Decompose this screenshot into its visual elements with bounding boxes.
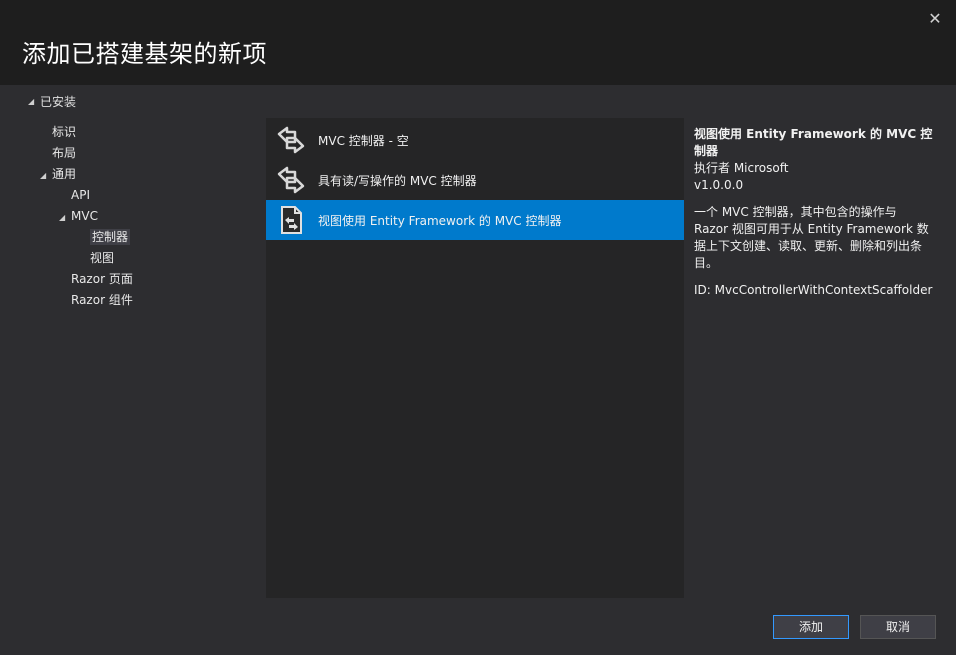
- details-author: 执行者 Microsoft: [694, 161, 789, 175]
- template-list: MVC 控制器 - 空具有读/写操作的 MVC 控制器视图使用 Entity F…: [266, 118, 684, 598]
- tree-item-label: 控制器: [90, 229, 131, 245]
- document-controller-icon: [274, 203, 308, 237]
- tree-item[interactable]: ◢ MVC: [59, 206, 98, 227]
- template-details: 视图使用 Entity Framework 的 MVC 控制器 执行者 Micr…: [694, 126, 934, 299]
- dialog-title: 添加已搭建基架的新项: [22, 40, 267, 68]
- tree-root-installed[interactable]: ◢ 已安装: [28, 93, 76, 109]
- add-button[interactable]: 添加: [773, 615, 849, 639]
- template-item[interactable]: 具有读/写操作的 MVC 控制器: [266, 160, 684, 200]
- tree-item[interactable]: Razor 页面: [59, 269, 133, 290]
- tree-item[interactable]: API: [59, 185, 90, 206]
- controller-icon: [274, 163, 308, 197]
- tree-item[interactable]: 布局: [40, 143, 76, 164]
- dialog-header: 添加已搭建基架的新项 ✕: [0, 0, 956, 85]
- cancel-button[interactable]: 取消: [860, 615, 936, 639]
- tree-item-label: API: [71, 188, 90, 202]
- controller-icon: [274, 123, 308, 157]
- tree-item-label: 通用: [52, 167, 77, 181]
- tree-item[interactable]: 标识: [40, 122, 76, 143]
- template-item[interactable]: 视图使用 Entity Framework 的 MVC 控制器: [266, 200, 684, 240]
- tree-item[interactable]: 视图: [78, 248, 114, 269]
- template-item-label: MVC 控制器 - 空: [318, 133, 409, 148]
- tree-item-label: Razor 组件: [71, 293, 133, 307]
- details-version: v1.0.0.0: [694, 178, 744, 192]
- tree-item[interactable]: ◢ 通用: [40, 164, 76, 185]
- collapse-triangle-icon[interactable]: ◢: [59, 207, 71, 228]
- tree-item-label: 视图: [90, 251, 115, 265]
- collapse-triangle-icon[interactable]: ◢: [40, 165, 52, 186]
- tree-item-label: Razor 页面: [71, 272, 133, 286]
- collapse-triangle-icon: ◢: [28, 96, 35, 106]
- category-tree: 标识 布局 ◢ 通用 API ◢ MVC 控制器 视图 Razor 页面 Razor 组件: [8, 118, 266, 598]
- details-description: 一个 MVC 控制器，其中包含的操作与 Razor 视图可用于从 Entity …: [694, 205, 929, 270]
- template-item-label: 具有读/写操作的 MVC 控制器: [318, 173, 477, 188]
- template-item[interactable]: MVC 控制器 - 空: [266, 120, 684, 160]
- details-title: 视图使用 Entity Framework 的 MVC 控制器: [694, 127, 933, 158]
- details-id: ID: MvcControllerWithContextScaffolder: [694, 283, 933, 297]
- tree-item[interactable]: 控制器: [78, 227, 131, 248]
- close-icon[interactable]: ✕: [926, 10, 944, 28]
- template-item-label: 视图使用 Entity Framework 的 MVC 控制器: [318, 213, 562, 228]
- tree-item[interactable]: Razor 组件: [59, 290, 133, 311]
- tree-root-label: 已安装: [40, 94, 77, 109]
- tree-item-label: 布局: [52, 146, 77, 160]
- tree-item-label: 标识: [52, 125, 77, 139]
- tree-item-label: MVC: [71, 209, 98, 223]
